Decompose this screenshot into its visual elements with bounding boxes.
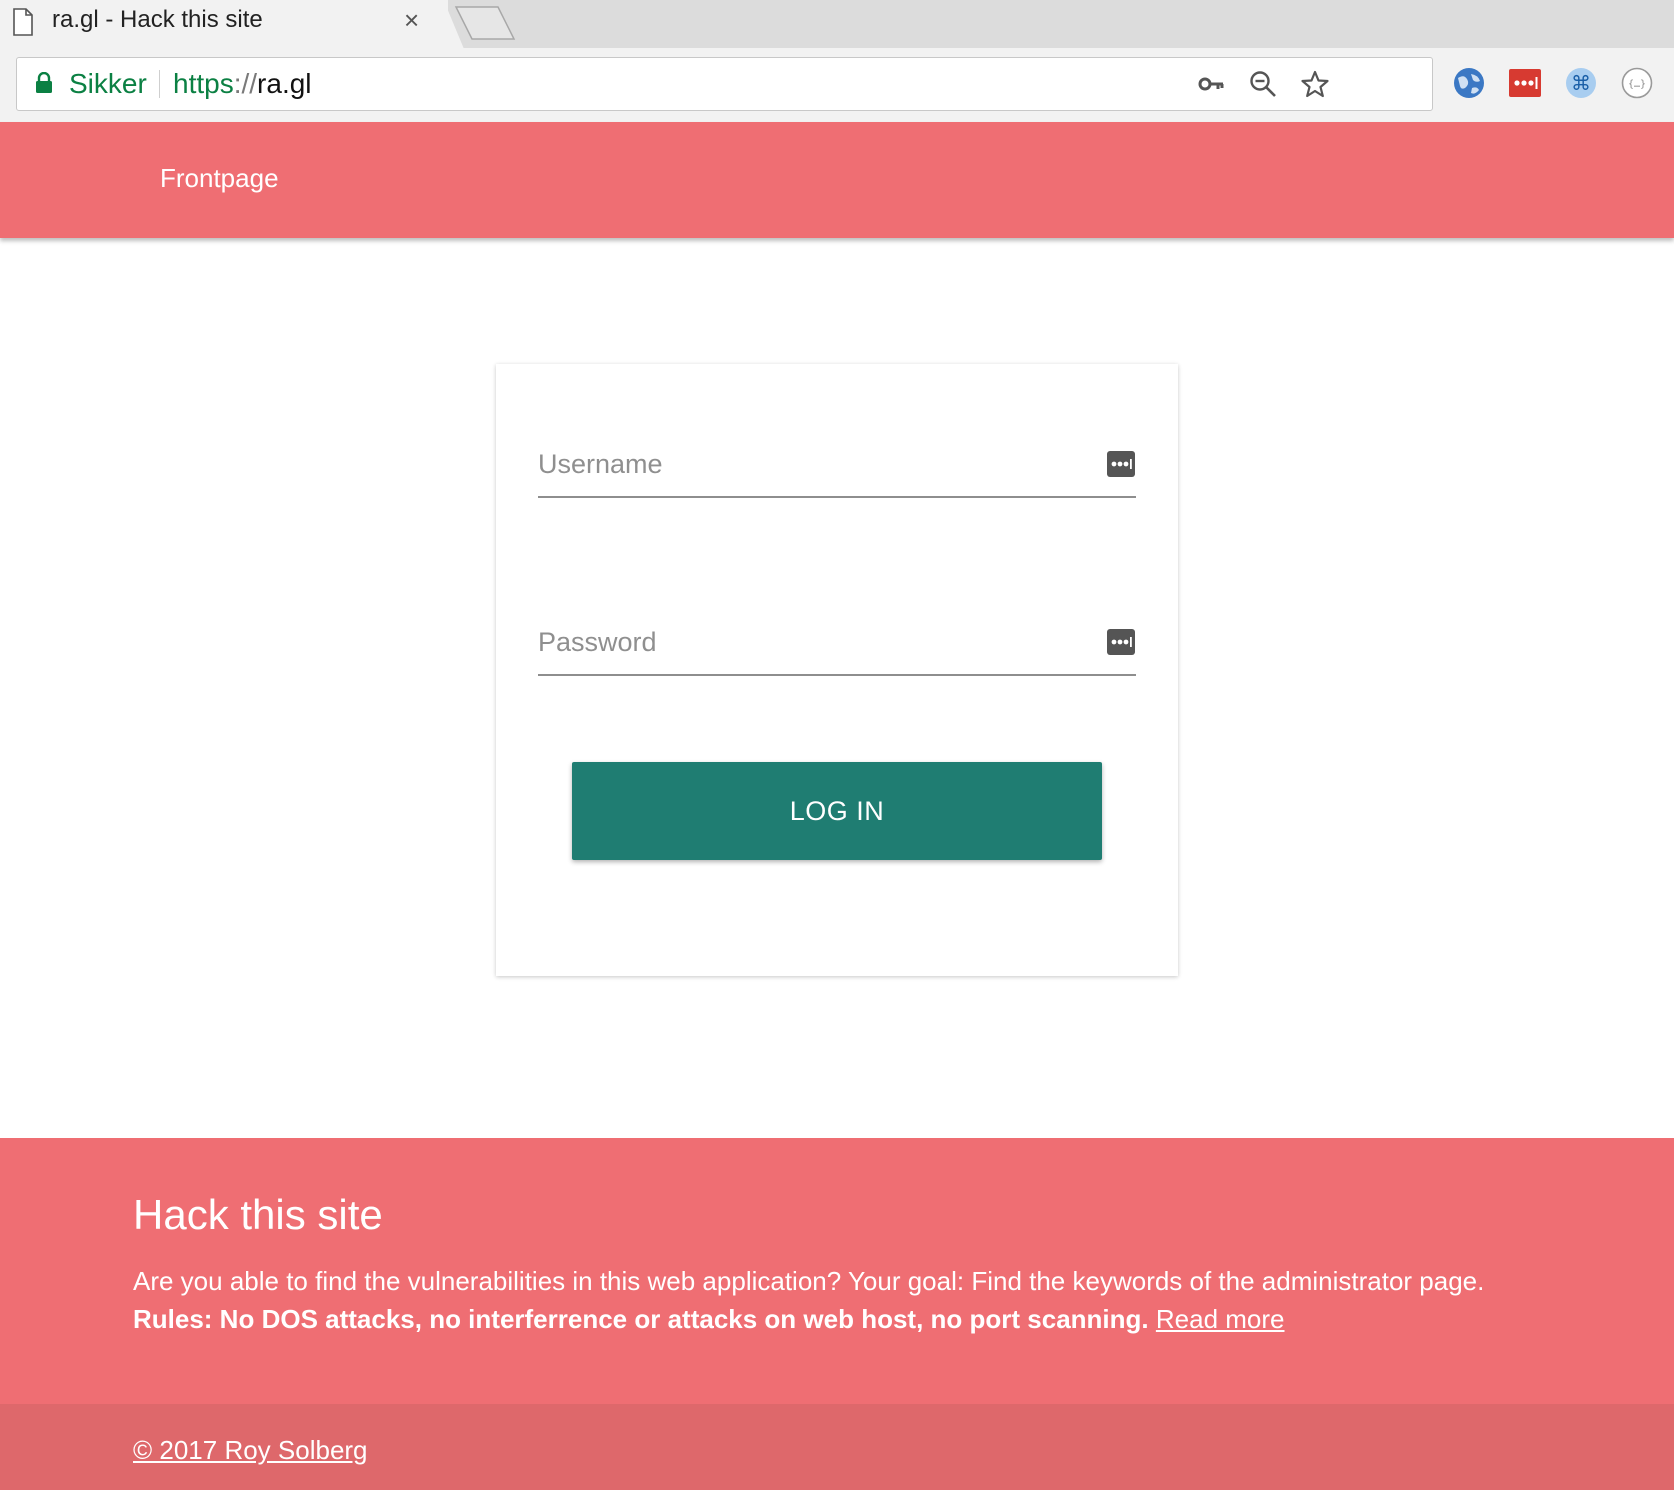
site-header: Frontpage xyxy=(0,122,1674,238)
url-text[interactable]: https://ra.gl xyxy=(173,68,312,100)
footer-rules-line: Rules: No DOS attacks, no interferrence … xyxy=(133,1300,1613,1338)
command-extension-icon[interactable]: ⌘ xyxy=(1564,66,1598,100)
read-more-link[interactable]: Read more xyxy=(1156,1304,1285,1334)
copyright-bar: © 2017 Roy Solberg xyxy=(0,1404,1674,1490)
lock-icon xyxy=(36,72,52,93)
browser-toolbar: Sikker https://ra.gl ⌘ {…} xyxy=(0,48,1674,122)
login-card: LOG IN xyxy=(496,364,1178,976)
nav-frontpage-link[interactable]: Frontpage xyxy=(160,162,279,194)
footer-rules: Rules: No DOS attacks, no interferrence … xyxy=(133,1304,1149,1334)
footer-text: Are you able to find the vulnerabilities… xyxy=(133,1262,1613,1338)
star-icon[interactable] xyxy=(1301,70,1329,98)
url-scheme: https xyxy=(173,68,234,99)
zoom-out-icon[interactable] xyxy=(1249,70,1277,98)
key-icon[interactable] xyxy=(1197,70,1225,98)
lastpass-extension-icon[interactable] xyxy=(1508,66,1542,100)
browser-tab[interactable]: ra.gl - Hack this site × xyxy=(0,0,448,48)
svg-text:{…}: {…} xyxy=(1628,79,1646,90)
secure-label: Sikker xyxy=(69,68,147,99)
url-host: ra.gl xyxy=(257,68,312,99)
address-bar[interactable]: Sikker https://ra.gl xyxy=(16,57,1433,111)
file-icon xyxy=(13,8,33,36)
login-button[interactable]: LOG IN xyxy=(572,762,1102,860)
username-input[interactable] xyxy=(538,434,1078,494)
tab-strip: ra.gl - Hack this site × xyxy=(0,0,1674,49)
svg-text:⌘: ⌘ xyxy=(1571,71,1591,95)
new-tab-button[interactable] xyxy=(452,6,518,40)
globe-extension-icon[interactable] xyxy=(1452,66,1486,100)
footer-description: Are you able to find the vulnerabilities… xyxy=(133,1266,1485,1296)
copyright-link[interactable]: © 2017 Roy Solberg xyxy=(133,1434,368,1466)
username-field xyxy=(538,434,1136,498)
close-tab-icon[interactable]: × xyxy=(404,6,419,34)
password-input[interactable] xyxy=(538,612,1078,672)
password-manager-icon[interactable] xyxy=(1106,628,1136,656)
url-separator: :// xyxy=(233,68,258,99)
password-field xyxy=(538,612,1136,676)
password-manager-icon[interactable] xyxy=(1106,450,1136,478)
omnibox-divider xyxy=(159,70,160,98)
json-extension-icon[interactable]: {…} xyxy=(1620,66,1654,100)
site-footer: Hack this site Are you able to find the … xyxy=(0,1138,1674,1404)
footer-title: Hack this site xyxy=(133,1191,383,1238)
tab-title: ra.gl - Hack this site xyxy=(52,6,263,33)
